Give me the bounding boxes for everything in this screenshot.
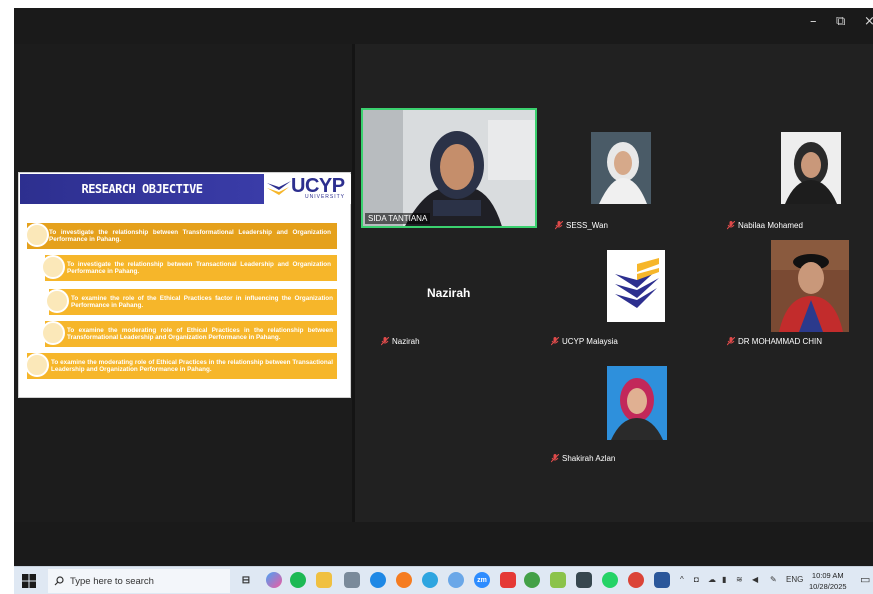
objective-text: To examine the moderating role of Ethica… (67, 326, 333, 342)
mic-muted-icon (727, 337, 735, 346)
sheets-icon[interactable] (550, 572, 566, 588)
objective-text: To examine the moderating role of Ethica… (51, 358, 333, 374)
browser-icon[interactable] (448, 572, 464, 588)
ucyp-logo: UCYP UNIVERSITY (265, 174, 351, 204)
notes-icon[interactable] (576, 572, 592, 588)
system-clock[interactable]: 10:09 AM 10/28/2025 (809, 570, 847, 592)
mic-muted-icon (551, 337, 559, 346)
slide-title: RESEARCH OBJECTIVE (20, 174, 264, 204)
participant-video (781, 132, 841, 204)
pen-icon[interactable]: ✎ (770, 575, 777, 584)
logo-subtitle: UNIVERSITY (305, 194, 346, 200)
participant-tile-active[interactable]: SIDA TANTIANA (361, 108, 537, 228)
participant-label: UCYP Malaysia (551, 337, 618, 346)
participant-label: SESS_Wan (555, 221, 608, 230)
spotify-icon[interactable] (290, 572, 306, 588)
telegram-icon[interactable] (422, 572, 438, 588)
bullet-circle (41, 255, 65, 279)
bullet-circle (45, 289, 69, 313)
participant-name: Nazirah (392, 337, 420, 346)
participant-label: Nabilaa Mohamed (727, 221, 803, 230)
zoom-meeting-window: – ⧉ × RESEARCH OBJECTIVE UCYP UNIVERSITY (14, 8, 873, 566)
participant-video (771, 240, 849, 332)
chrome-icon[interactable] (628, 572, 644, 588)
mic-muted-icon (727, 221, 735, 230)
taskbar-search-box[interactable]: Type here to search (48, 569, 230, 593)
shared-screen-pane: RESEARCH OBJECTIVE UCYP UNIVERSITY To in… (14, 44, 352, 522)
objective-text: To investigate the relationship between … (67, 260, 331, 276)
participant-name: Nabilaa Mohamed (738, 221, 803, 230)
zoom-icon[interactable]: zm (474, 572, 490, 588)
store-icon[interactable] (344, 572, 360, 588)
participant-photo (771, 240, 849, 332)
participant-name: DR MOHAMMAD CHIN (738, 337, 822, 346)
whatsapp-icon[interactable] (602, 572, 618, 588)
objective-item: To examine the role of the Ethical Pract… (45, 289, 337, 315)
app-icon[interactable] (500, 572, 516, 588)
search-icon (54, 576, 64, 586)
participant-photo (591, 132, 651, 204)
participant-label: DR MOHAMMAD CHIN (727, 337, 822, 346)
mic-muted-icon (381, 337, 389, 346)
objective-item: To examine the moderating role of Ethica… (41, 321, 337, 347)
title-bar: – ⧉ × (14, 8, 873, 44)
bullet-circle (25, 223, 49, 247)
windows-start-icon[interactable] (22, 574, 36, 588)
volume-icon[interactable]: ◀ (752, 575, 758, 584)
objective-item: To investigate the relationship between … (25, 223, 337, 249)
objective-text: To investigate the relationship between … (49, 228, 331, 244)
clock-time: 10:09 AM (811, 571, 844, 580)
objective-text: To examine the role of the Ethical Pract… (71, 294, 333, 310)
mic-muted-icon (551, 454, 559, 463)
participant-name: SESS_Wan (566, 221, 608, 230)
word-icon[interactable] (654, 572, 670, 588)
bullet-circle (41, 321, 65, 345)
meeting-toolbar-area (14, 522, 873, 566)
wifi-icon[interactable]: ≋ (736, 575, 743, 584)
close-button[interactable]: × (864, 14, 873, 29)
ucyp-logo-icon (607, 250, 665, 322)
ucyp-logo-icon (267, 181, 291, 195)
participant-photo (781, 132, 841, 204)
objective-item: To examine the moderating role of Ethica… (25, 353, 337, 379)
clock-date: 10/28/2025 (809, 582, 847, 591)
notification-icon[interactable]: ▭ (860, 573, 870, 586)
bullet-circle (25, 353, 49, 377)
participant-video (607, 366, 667, 440)
participant-name: SIDA TANTIANA (365, 213, 431, 224)
participant-video (591, 132, 651, 204)
participant-display-name: Nazirah (427, 286, 471, 300)
task-view-icon[interactable]: ⊟ (238, 572, 254, 588)
file-explorer-icon[interactable] (316, 572, 332, 588)
participant-label: Nazirah (381, 337, 420, 346)
desktop-screen: – ⧉ × RESEARCH OBJECTIVE UCYP UNIVERSITY (0, 0, 873, 594)
firefox-icon[interactable] (396, 572, 412, 588)
windows-taskbar: Type here to search ⊟ zm ^ ◘ ☁ ▮ ≋ ◀ ✎ E… (14, 566, 873, 594)
presentation-slide: RESEARCH OBJECTIVE UCYP UNIVERSITY To in… (18, 172, 351, 398)
objective-item: To investigate the relationship between … (41, 255, 337, 281)
restore-button[interactable]: ⧉ (836, 14, 845, 29)
app-icon[interactable] (524, 572, 540, 588)
language-indicator[interactable]: ENG (786, 575, 803, 584)
cloud-icon[interactable]: ☁ (708, 575, 716, 584)
copilot-icon[interactable] (266, 572, 282, 588)
edge-icon[interactable] (370, 572, 386, 588)
meeting-content: RESEARCH OBJECTIVE UCYP UNIVERSITY To in… (14, 44, 873, 522)
minimize-button[interactable]: – (810, 14, 817, 29)
mic-muted-icon (555, 221, 563, 230)
battery-icon[interactable]: ▮ (722, 575, 726, 584)
participant-photo (607, 366, 667, 440)
participant-name: Shakirah Azlan (562, 454, 616, 463)
participant-gallery: SIDA TANTIANA SESS_Wan Nabilaa Mohamed N… (355, 44, 873, 522)
participant-video (607, 250, 665, 322)
speaker-video (363, 110, 535, 226)
search-placeholder: Type here to search (70, 575, 154, 587)
participant-label: Shakirah Azlan (551, 454, 615, 463)
participant-name: UCYP Malaysia (562, 337, 618, 346)
chevron-up-icon[interactable]: ^ (680, 575, 684, 584)
tray-icon[interactable]: ◘ (694, 575, 699, 584)
